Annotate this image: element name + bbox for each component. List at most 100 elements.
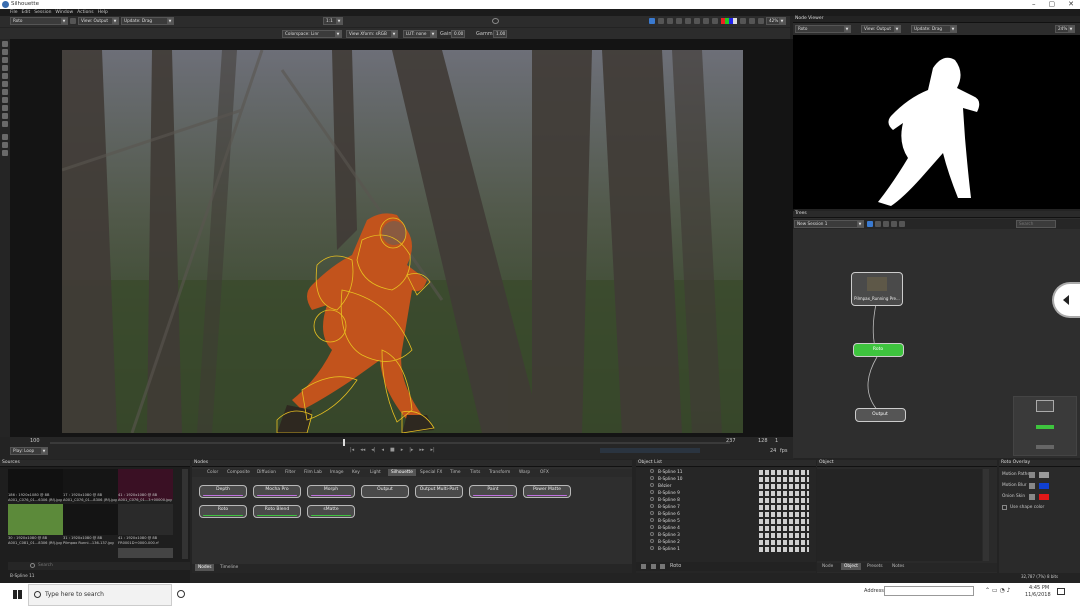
tree-save-icon[interactable] [891, 221, 897, 227]
notification-icon[interactable] [1057, 588, 1065, 595]
tab-silhouette[interactable]: Silhouette [388, 469, 416, 476]
brush-tool-icon[interactable] [2, 89, 8, 95]
play-mode-select[interactable]: Play: Loop ▼ [10, 447, 48, 455]
node-viewer-node-select[interactable]: Roto ▼ [795, 25, 851, 33]
playhead[interactable] [343, 439, 345, 446]
maximize-button[interactable]: ▢ [1049, 0, 1056, 9]
menu-window[interactable]: Window [55, 9, 73, 16]
tree-grid-icon[interactable] [899, 221, 905, 227]
motion-blur-checkbox[interactable] [1029, 483, 1035, 489]
tab-key[interactable]: Key [352, 469, 360, 476]
tab-diffusion[interactable]: Diffusion [257, 469, 276, 476]
tab-composite[interactable]: Composite [227, 469, 250, 476]
magnetic-tool-icon[interactable] [2, 81, 8, 87]
next-key-icon[interactable]: ▸▸ [419, 447, 424, 453]
square-icon[interactable] [712, 18, 718, 24]
view-select[interactable]: View: Output ▼ [78, 17, 119, 25]
go-start-icon[interactable]: |◂ [350, 447, 354, 453]
monitor-icon[interactable] [649, 18, 655, 24]
sources-search-input[interactable]: Search [38, 563, 53, 568]
tab-node[interactable]: Node [822, 563, 833, 570]
tab-special-fx[interactable]: Special FX [420, 469, 442, 476]
stop-icon[interactable]: ■ [390, 447, 395, 453]
object-row[interactable]: B-Spline 8 [650, 497, 680, 504]
object-row[interactable]: B-Spline 5 [650, 518, 680, 525]
prev-key-icon[interactable]: ◂◂ [360, 447, 365, 453]
tab-color[interactable]: Color [207, 469, 218, 476]
object-row[interactable]: Bézier [650, 483, 671, 490]
sync-icon[interactable] [492, 18, 499, 24]
menu-session[interactable]: Session [34, 9, 51, 16]
node-viewer-view-select[interactable]: View: Output ▼ [861, 25, 901, 33]
tray-icons[interactable]: ⌃ ▭ ◔ ♪ [985, 587, 1010, 594]
transform-tool-icon[interactable] [2, 49, 8, 55]
sources-scrollbar[interactable] [182, 469, 188, 559]
node-viewer-zoom-select[interactable]: 24% ▼ [1055, 25, 1075, 33]
tree-view-icon[interactable] [867, 221, 873, 227]
tab-image[interactable]: Image [330, 469, 343, 476]
source-thumb-row-3[interactable] [118, 548, 173, 558]
update-select[interactable]: Update: Drag ▼ [121, 17, 174, 25]
object-row[interactable]: B-Spline 11 [650, 469, 683, 476]
tab-timeline[interactable]: Timeline [220, 564, 238, 571]
object-row[interactable]: B-Spline 1 [650, 546, 680, 553]
object-row[interactable]: B-Spline 3 [650, 532, 680, 539]
search-icon[interactable] [667, 18, 673, 24]
object-scrollbar[interactable] [983, 469, 989, 561]
node-paint-button[interactable]: Paint [469, 485, 517, 498]
reshape-tool-icon[interactable] [2, 121, 8, 127]
address-input[interactable] [884, 586, 974, 596]
tab-film-lab[interactable]: Film Lab [304, 469, 322, 476]
node-select[interactable]: Roto ▼ [10, 17, 68, 25]
node-power-matte-button[interactable]: Power Matte [523, 485, 571, 498]
overlay-icon[interactable] [694, 18, 700, 24]
frame-icon[interactable] [676, 18, 682, 24]
pan-tool-icon[interactable] [2, 150, 8, 156]
feather-tool-icon[interactable] [2, 113, 8, 119]
motion-paths-checkbox[interactable] [1029, 472, 1035, 478]
menu-help[interactable]: Help [98, 9, 108, 16]
node-viewer-update-select[interactable]: Update: Drag ▼ [911, 25, 957, 33]
expand-icon[interactable] [758, 18, 764, 24]
windows-start-icon[interactable] [13, 590, 22, 599]
zoom-select[interactable]: 42% ▼ [766, 17, 786, 25]
node-morph-button[interactable]: Morph [307, 485, 355, 498]
source-thumb-6[interactable] [118, 504, 173, 535]
tab-time[interactable]: Time [450, 469, 461, 476]
play-icon[interactable]: ▸ [401, 447, 404, 453]
play-back-icon[interactable]: ◂ [381, 447, 384, 453]
output-node[interactable]: Output [855, 408, 906, 422]
zoom-tool-icon[interactable] [2, 142, 8, 148]
task-view-icon[interactable] [177, 590, 185, 598]
tree-minimap[interactable] [1013, 396, 1077, 456]
tab-tints[interactable]: Tints [470, 469, 480, 476]
object-row[interactable]: B-Spline 10 [650, 476, 683, 483]
delete-icon[interactable] [660, 564, 665, 569]
menu-actions[interactable]: Actions [77, 9, 93, 16]
menu-file[interactable]: File [10, 9, 18, 16]
gain-input[interactable]: 0.00 [451, 30, 465, 38]
rectangle-tool-icon[interactable] [2, 97, 8, 103]
clock-date[interactable]: 11/6/2018 [1025, 592, 1051, 598]
tree-layout-icon[interactable] [875, 221, 881, 227]
node-output-button[interactable]: Output [361, 485, 409, 498]
gamma-input[interactable]: 1.00 [493, 30, 507, 38]
step-back-icon[interactable]: ◂| [371, 447, 375, 453]
view-xform-select[interactable]: View Xform: sRGB ▼ [346, 30, 398, 38]
pen-tool-icon[interactable] [2, 57, 8, 63]
object-row[interactable]: B-Spline 6 [650, 511, 680, 518]
tab-light[interactable]: Light [370, 469, 381, 476]
close-button[interactable]: ✕ [1068, 0, 1074, 9]
onion-skin-checkbox[interactable] [1029, 494, 1035, 500]
node-mocha-pro-button[interactable]: Mocha Pro [253, 485, 301, 498]
panel-collapse-handle[interactable] [1052, 282, 1080, 318]
node-depth-button[interactable]: Depth [199, 485, 247, 498]
xspline-tool-icon[interactable] [2, 73, 8, 79]
onion-skin-color-swatch[interactable] [1039, 494, 1049, 500]
object-row[interactable]: B-Spline 4 [650, 525, 680, 532]
tab-object[interactable]: Object [841, 563, 861, 570]
tab-notes[interactable]: Notes [892, 563, 904, 570]
go-end-icon[interactable]: ▸| [430, 447, 434, 453]
object-row[interactable]: B-Spline 7 [650, 504, 680, 511]
menu-edit[interactable]: Edit [22, 9, 31, 16]
